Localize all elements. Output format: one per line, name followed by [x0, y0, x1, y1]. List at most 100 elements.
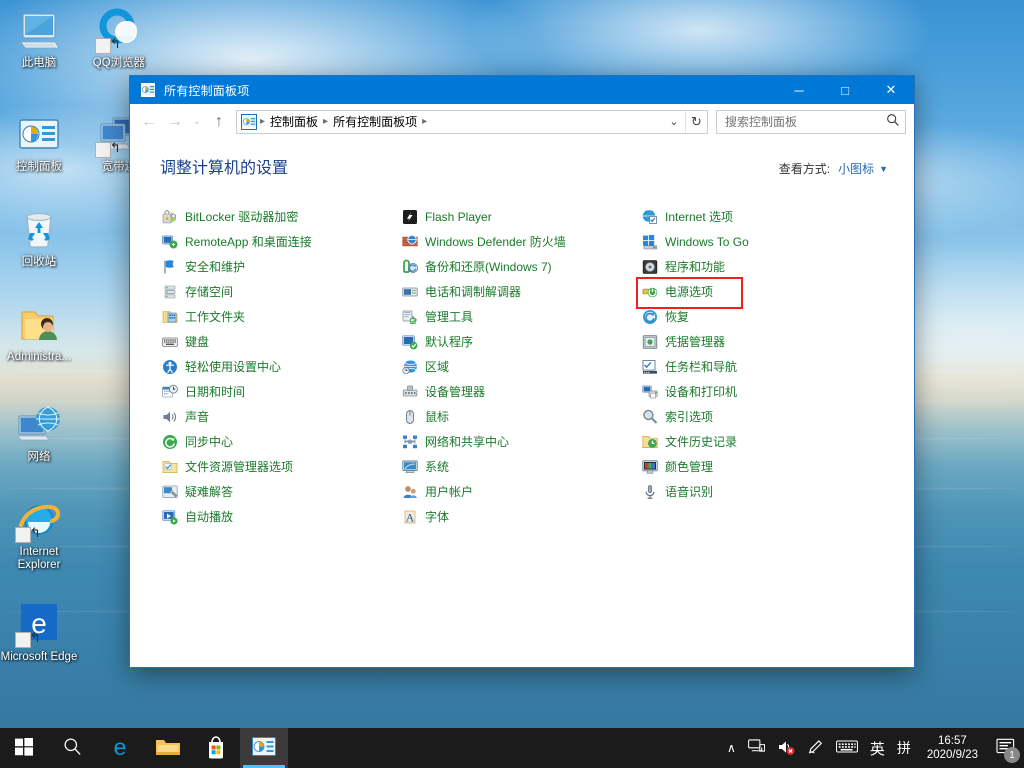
microsoft-store-taskbar-button[interactable] — [192, 728, 240, 768]
control-panel-item[interactable]: 用户帐户 — [398, 479, 638, 504]
pen-workspace-button[interactable] — [801, 728, 830, 768]
control-panel-item-label: Windows To Go — [665, 235, 749, 249]
control-panel-item-label: 设备和打印机 — [665, 383, 737, 400]
control-panel-item[interactable]: 任务栏和导航 — [638, 354, 878, 379]
address-bar[interactable]: ▸ 控制面板 ▸ 所有控制面板项 ▸ ⌄ ↻ — [236, 110, 708, 134]
control-panel-item[interactable]: Windows Defender 防火墙 — [398, 229, 638, 254]
control-panel-item[interactable]: 索引选项 — [638, 404, 878, 429]
desktop-icon-qq-browser[interactable]: QQ浏览器 — [80, 6, 158, 70]
window-titlebar[interactable]: 所有控制面板项 ─ □ ✕ — [130, 76, 914, 104]
search-box[interactable] — [716, 110, 906, 134]
breadcrumb-item-control-panel[interactable]: 控制面板 — [266, 113, 322, 130]
control-panel-item[interactable]: 文件历史记录 — [638, 429, 878, 454]
show-hidden-icons-button[interactable]: ∧ — [721, 728, 742, 768]
control-panel-window[interactable]: 所有控制面板项 ─ □ ✕ ← → ⌄ ↑ ▸ — [130, 76, 914, 667]
recent-locations-button[interactable]: ⌄ — [188, 109, 206, 135]
control-panel-item[interactable]: 同步中心 — [158, 429, 398, 454]
maximize-button[interactable]: □ — [822, 76, 868, 104]
taskbar[interactable]: e — [0, 728, 1024, 768]
system-tray[interactable]: ∧ — [721, 728, 1024, 768]
control-panel-item[interactable]: 恢复 — [638, 304, 878, 329]
control-panel-item[interactable]: 网络和共享中心 — [398, 429, 638, 454]
view-by-control[interactable]: 查看方式: 小图标 ▼ — [779, 160, 896, 177]
control-panel-item[interactable]: 设备和打印机 — [638, 379, 878, 404]
ime-pinyin-button[interactable]: 拼 — [891, 728, 917, 768]
control-panel-item-label: BitLocker 驱动器加密 — [185, 208, 298, 225]
navigation-bar[interactable]: ← → ⌄ ↑ ▸ 控制面板 ▸ 所有控制面板项 ▸ ⌄ — [130, 104, 914, 140]
control-panel-item[interactable]: A字体 — [398, 504, 638, 529]
file-explorer-taskbar-button[interactable] — [144, 728, 192, 768]
network-status-button[interactable] — [742, 728, 771, 768]
control-panel-item[interactable]: 日期和时间 — [158, 379, 398, 404]
control-panel-item[interactable]: 文件资源管理器选项 — [158, 454, 398, 479]
control-panel-item[interactable]: 备份和还原(Windows 7) — [398, 254, 638, 279]
search-button[interactable] — [48, 728, 96, 768]
control-panel-item[interactable]: 设备管理器 — [398, 379, 638, 404]
control-panel-item[interactable]: Internet 选项 — [638, 204, 878, 229]
control-panel-item[interactable]: 工作文件夹 — [158, 304, 398, 329]
control-panel-item[interactable]: 自动播放 — [158, 504, 398, 529]
control-panel-item[interactable]: 默认程序 — [398, 329, 638, 354]
control-panel-items-grid[interactable]: BitLocker 驱动器加密 RemoteApp 和桌面连接安全和维护存储空间工… — [146, 204, 898, 529]
credential-manager-icon — [642, 334, 658, 350]
control-panel-item[interactable]: 颜色管理 — [638, 454, 878, 479]
clock[interactable]: 16:57 2020/9/23 — [917, 728, 988, 768]
control-panel-item[interactable]: 电话和调制解调器 — [398, 279, 638, 304]
desktop-icon-microsoft-edge[interactable]: e Microsoft Edge — [0, 600, 78, 664]
control-panel-item[interactable]: 系统 — [398, 454, 638, 479]
desktop-icon-control-panel[interactable]: 控制面板 — [0, 110, 78, 174]
store-icon — [205, 735, 227, 762]
internet-options-icon — [642, 209, 658, 225]
control-panel-item[interactable]: 声音 — [158, 404, 398, 429]
control-panel-item[interactable]: 区域 — [398, 354, 638, 379]
shortcut-overlay-icon — [15, 527, 31, 543]
control-panel-item[interactable]: 管理工具 — [398, 304, 638, 329]
forward-button[interactable]: → — [162, 109, 188, 135]
control-panel-item[interactable]: 鼠标 — [398, 404, 638, 429]
volume-button[interactable] — [771, 728, 801, 768]
control-panel-item[interactable]: 疑难解答 — [158, 479, 398, 504]
address-dropdown-button[interactable]: ⌄ — [663, 111, 685, 133]
minimize-button[interactable]: ─ — [776, 76, 822, 104]
internet-explorer-icon — [15, 495, 63, 543]
back-button[interactable]: ← — [136, 109, 162, 135]
control-panel-item[interactable]: 语音识别 — [638, 479, 878, 504]
control-panel-item[interactable]: 键盘 — [158, 329, 398, 354]
desktop-icon-internet-explorer[interactable]: Internet Explorer — [0, 495, 78, 572]
view-by-value[interactable]: 小图标 — [838, 160, 874, 177]
start-button[interactable] — [0, 728, 48, 768]
date-time-icon — [162, 384, 178, 400]
control-panel-item[interactable]: 电源选项 — [638, 279, 878, 304]
breadcrumb-separator: ▸ — [322, 116, 329, 127]
search-input[interactable] — [717, 115, 880, 129]
touch-keyboard-button[interactable] — [830, 728, 864, 768]
control-panel-item[interactable]: 存储空间 — [158, 279, 398, 304]
color-management-icon — [642, 459, 658, 475]
breadcrumb-item-all-items[interactable]: 所有控制面板项 — [329, 113, 421, 130]
search-icon[interactable] — [880, 113, 905, 130]
control-panel-taskbar-button[interactable] — [240, 728, 288, 768]
edge-taskbar-button[interactable]: e — [96, 728, 144, 768]
control-panel-item[interactable]: Flash Player — [398, 204, 638, 229]
control-panel-item[interactable]: 程序和功能 — [638, 254, 878, 279]
window-controls[interactable]: ─ □ ✕ — [776, 76, 914, 104]
desktop-icon-this-pc[interactable]: 此电脑 — [0, 6, 78, 70]
desktop-icon-network[interactable]: 网络 — [0, 400, 78, 464]
ime-language-button[interactable]: 英 — [864, 728, 891, 768]
control-panel-item-label: 字体 — [425, 508, 449, 525]
power-options-icon — [642, 284, 658, 300]
close-button[interactable]: ✕ — [868, 76, 914, 104]
up-button[interactable]: ↑ — [206, 109, 232, 135]
desktop-icon-administrator-folder[interactable]: Administra... — [0, 300, 78, 364]
microsoft-edge-icon: e — [107, 734, 133, 763]
control-panel-item[interactable]: RemoteApp 和桌面连接 — [158, 229, 398, 254]
control-panel-item[interactable]: 轻松使用设置中心 — [158, 354, 398, 379]
action-center-button[interactable]: 1 — [988, 728, 1022, 768]
control-panel-item[interactable]: Windows To Go — [638, 229, 878, 254]
control-panel-item[interactable]: 凭据管理器 — [638, 329, 878, 354]
refresh-button[interactable]: ↻ — [685, 111, 707, 133]
control-panel-item[interactable]: BitLocker 驱动器加密 — [158, 204, 398, 229]
control-panel-item[interactable]: 安全和维护 — [158, 254, 398, 279]
chevron-down-icon[interactable]: ▼ — [879, 164, 888, 174]
desktop-icon-recycle-bin[interactable]: 回收站 — [0, 205, 78, 269]
